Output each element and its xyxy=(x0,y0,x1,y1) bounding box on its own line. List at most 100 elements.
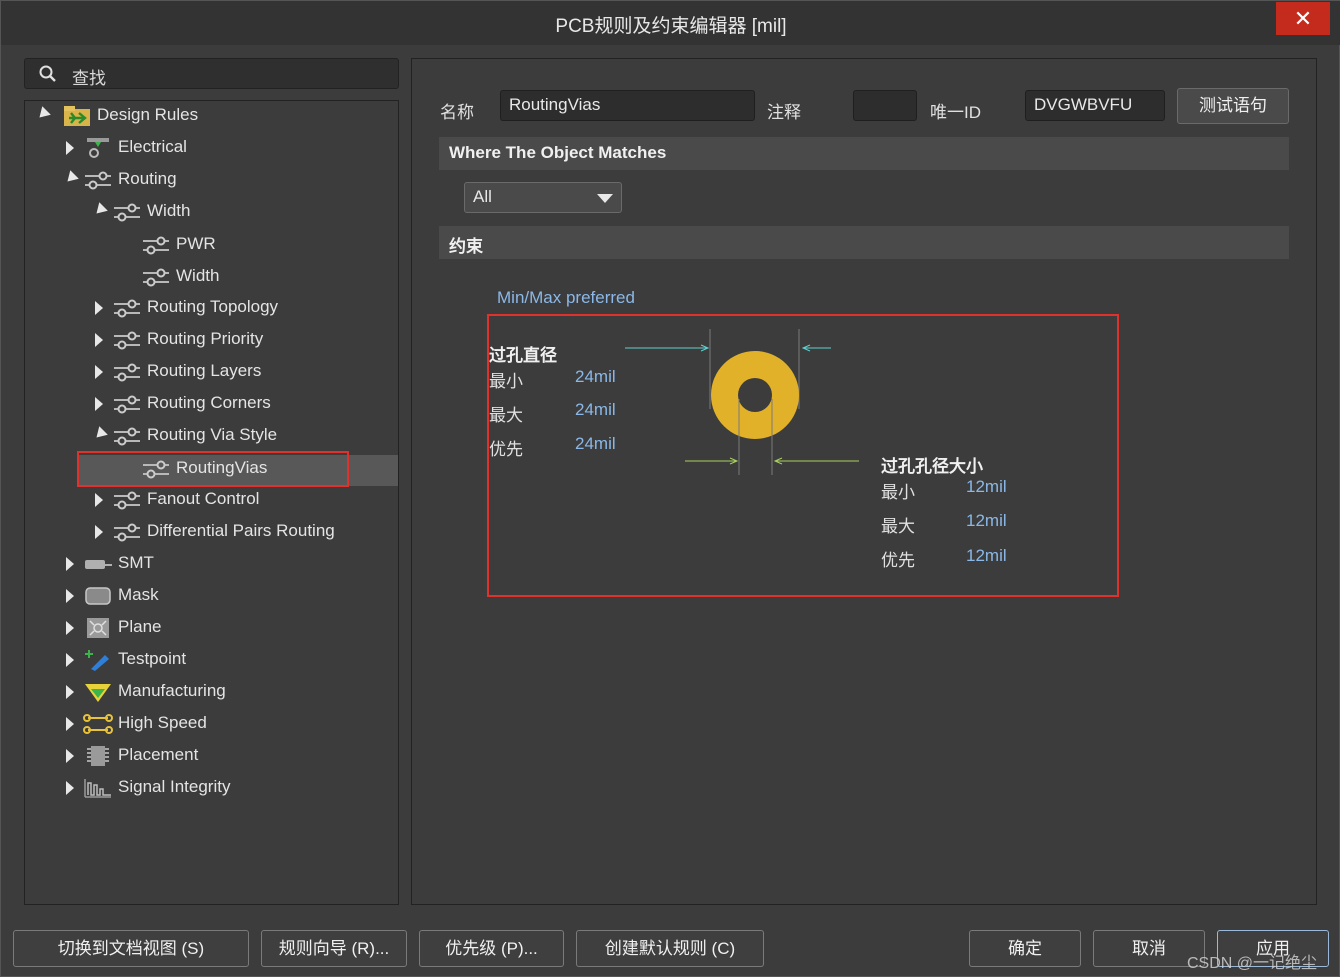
switch-to-document-view-button[interactable]: 切换到文档视图 (S) xyxy=(13,930,249,967)
tree-label: Testpoint xyxy=(118,649,187,668)
constraints-header: 约束 xyxy=(439,226,1289,259)
hole-min-label: 最小 xyxy=(881,483,915,502)
hole-min-value[interactable]: 12mil xyxy=(966,477,1007,497)
expand-arrow-icon[interactable] xyxy=(66,717,74,731)
expand-arrow-icon[interactable] xyxy=(66,621,74,635)
smt-icon xyxy=(85,560,112,569)
ok-button[interactable]: 确定 xyxy=(969,930,1081,967)
routing-rule-icon xyxy=(143,236,169,255)
test-query-button[interactable]: 测试语句 xyxy=(1177,88,1289,124)
tree-label: Plane xyxy=(118,617,162,636)
tree-label: Fanout Control xyxy=(147,489,260,508)
routing-rule-icon xyxy=(114,395,140,414)
tree-label: SMT xyxy=(118,553,154,572)
create-default-rules-button[interactable]: 创建默认规则 (C) xyxy=(576,930,764,967)
expand-arrow-icon[interactable] xyxy=(66,653,74,667)
routing-rule-icon xyxy=(114,331,140,350)
tree-label: Routing Layers xyxy=(147,361,262,380)
expand-arrow-icon[interactable] xyxy=(95,301,103,315)
expand-arrow-icon[interactable] xyxy=(95,397,103,411)
routing-rule-icon xyxy=(114,299,140,318)
window-title: PCB规则及约束编辑器 [mil] xyxy=(555,16,787,37)
hole-pref-label: 优先 xyxy=(881,551,915,570)
rule-wizard-button[interactable]: 规则向导 (R)... xyxy=(261,930,407,967)
tree-label: PWR xyxy=(176,234,216,253)
plane-icon xyxy=(87,618,109,638)
via-pref-value[interactable]: 24mil xyxy=(575,434,616,454)
routing-rule-icon xyxy=(114,363,140,382)
search-icon xyxy=(39,65,56,82)
tree-label: Design Rules xyxy=(97,105,199,124)
rule-editor-window: PCB规则及约束编辑器 [mil] ✕ 查找 Design Rules Elec… xyxy=(0,0,1340,977)
hole-pref-value[interactable]: 12mil xyxy=(966,546,1007,566)
tree-label: Width xyxy=(176,266,220,285)
via-diameter-title: 过孔直径 xyxy=(489,346,557,365)
tree-label: High Speed xyxy=(118,713,207,732)
collapse-arrow-icon[interactable] xyxy=(92,426,108,442)
via-min-label: 最小 xyxy=(489,372,523,391)
tree-label: Electrical xyxy=(118,137,187,156)
tree-label: Placement xyxy=(118,745,199,764)
expand-arrow-icon[interactable] xyxy=(95,493,103,507)
testpoint-icon xyxy=(85,650,109,671)
comment-label: 注释 xyxy=(767,103,801,122)
routing-rule-icon xyxy=(114,523,140,542)
via-max-value[interactable]: 24mil xyxy=(575,400,616,420)
chevron-down-icon xyxy=(597,194,613,203)
unique-id-label: 唯一ID xyxy=(930,103,981,122)
expand-arrow-icon[interactable] xyxy=(66,685,74,699)
expand-arrow-icon[interactable] xyxy=(95,525,103,539)
expand-arrow-icon[interactable] xyxy=(66,781,74,795)
collapse-arrow-icon[interactable] xyxy=(35,106,51,122)
mask-icon xyxy=(85,587,111,605)
title-bar: PCB规则及约束编辑器 [mil] ✕ xyxy=(1,1,1340,45)
watermark: CSDN @一记绝尘 xyxy=(1187,955,1318,972)
tree-label: Routing xyxy=(118,169,177,188)
expand-arrow-icon[interactable] xyxy=(66,749,74,763)
comment-input[interactable] xyxy=(853,90,917,121)
via-max-label: 最大 xyxy=(489,406,523,425)
expand-arrow-icon[interactable] xyxy=(66,141,74,155)
signal-integrity-icon xyxy=(84,779,111,798)
collapse-arrow-icon[interactable] xyxy=(63,170,79,186)
name-label: 名称 xyxy=(440,103,474,122)
name-input[interactable]: RoutingVias xyxy=(500,90,755,121)
rule-tree: Design Rules Electrical Routing Width PW… xyxy=(24,100,399,905)
expand-arrow-icon[interactable] xyxy=(66,589,74,603)
expand-arrow-icon[interactable] xyxy=(66,557,74,571)
search-box[interactable]: 查找 xyxy=(24,58,399,89)
tree-label: Routing Via Style xyxy=(147,425,278,444)
hole-max-value[interactable]: 12mil xyxy=(966,511,1007,531)
tree-label: Width xyxy=(147,201,191,220)
tree-label: Routing Priority xyxy=(147,329,264,348)
tree-label: Routing Corners xyxy=(147,393,271,412)
routing-rule-icon xyxy=(114,203,140,222)
tree-label: Differential Pairs Routing xyxy=(147,521,335,540)
close-button[interactable]: ✕ xyxy=(1276,2,1330,35)
rules-folder-icon xyxy=(64,106,90,126)
priorities-button[interactable]: 优先级 (P)... xyxy=(419,930,564,967)
tree-label: Routing Topology xyxy=(147,297,279,316)
collapse-arrow-icon[interactable] xyxy=(92,202,108,218)
hole-size-title: 过孔孔径大小 xyxy=(881,457,983,476)
hole-max-label: 最大 xyxy=(881,517,915,536)
unique-id-input[interactable]: DVGWBVFU xyxy=(1025,90,1165,121)
tree-label: Mask xyxy=(118,585,159,604)
routing-rule-icon xyxy=(114,427,140,446)
manufacturing-icon xyxy=(85,684,111,702)
search-label: 查找 xyxy=(72,69,106,88)
scope-dropdown[interactable]: All xyxy=(464,182,622,213)
routing-rule-icon xyxy=(85,171,111,190)
routing-rule-icon xyxy=(143,268,169,287)
scope-value: All xyxy=(473,187,492,206)
via-diagram xyxy=(625,329,859,475)
high-speed-icon xyxy=(83,714,113,734)
electrical-icon xyxy=(87,138,109,158)
where-matches-header: Where The Object Matches xyxy=(439,137,1289,170)
tree-label: Manufacturing xyxy=(118,681,226,700)
expand-arrow-icon[interactable] xyxy=(95,333,103,347)
selection-annotation-box xyxy=(77,451,349,487)
expand-arrow-icon[interactable] xyxy=(95,365,103,379)
via-pref-label: 优先 xyxy=(489,440,523,459)
via-min-value[interactable]: 24mil xyxy=(575,367,616,387)
